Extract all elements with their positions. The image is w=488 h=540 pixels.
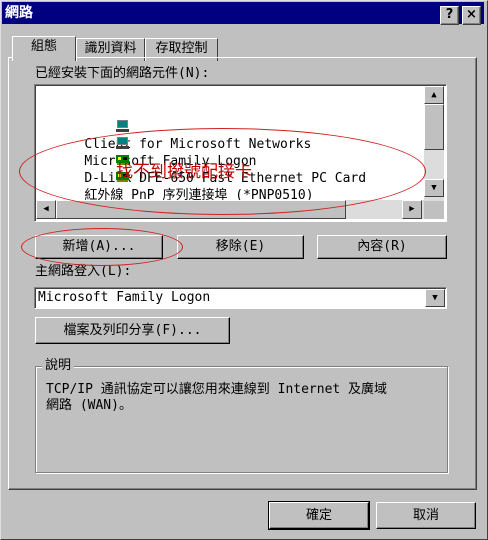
scroll-up-icon[interactable]: ▲ <box>424 86 444 104</box>
chevron-down-icon[interactable]: ▼ <box>425 289 445 307</box>
primary-logon-select[interactable]: Microsoft Family Logon ▼ <box>34 287 447 309</box>
file-print-sharing-button[interactable]: 檔案及列印分享(F)... <box>35 317 230 344</box>
scrollbar-corner <box>424 201 444 219</box>
primary-logon-value: Microsoft Family Logon <box>38 290 211 305</box>
ok-button[interactable]: 確定 <box>268 501 370 530</box>
scroll-left-icon[interactable]: ◀ <box>36 200 56 219</box>
add-button-highlight <box>21 228 183 266</box>
description-label: 說明 <box>42 358 75 374</box>
scrollbar-thumb[interactable] <box>424 104 444 150</box>
tab-configuration[interactable]: 組態 <box>12 36 76 61</box>
cancel-button[interactable]: 取消 <box>376 502 476 529</box>
close-button[interactable]: × <box>462 6 481 25</box>
scroll-right-icon[interactable]: ▶ <box>402 200 422 219</box>
vertical-scrollbar[interactable]: ▲ ▼ <box>424 86 444 201</box>
list-item[interactable]: Client for Microsoft Networks <box>38 86 311 152</box>
components-label: 已經安裝下面的網路元件(N): <box>35 66 210 81</box>
properties-button[interactable]: 內容(R) <box>317 235 447 259</box>
window-title: 網路 <box>5 5 33 21</box>
scroll-down-icon[interactable]: ▼ <box>424 179 444 197</box>
title-bar[interactable]: 網路 ? × <box>2 2 484 25</box>
help-button[interactable]: ? <box>440 6 459 25</box>
description-line-2: 網路 (WAN)。 <box>46 398 132 413</box>
remove-button[interactable]: 移除(E) <box>177 235 304 259</box>
annotation-note: 找不到撥號配接卡 <box>116 162 252 182</box>
description-line-1: TCP/IP 通訊協定可以讓您用來連線到 Internet 及廣域 <box>46 382 388 397</box>
primary-logon-label: 主網路登入(L): <box>35 264 132 279</box>
list-item[interactable]: Microsoft Family Logon <box>38 103 257 169</box>
